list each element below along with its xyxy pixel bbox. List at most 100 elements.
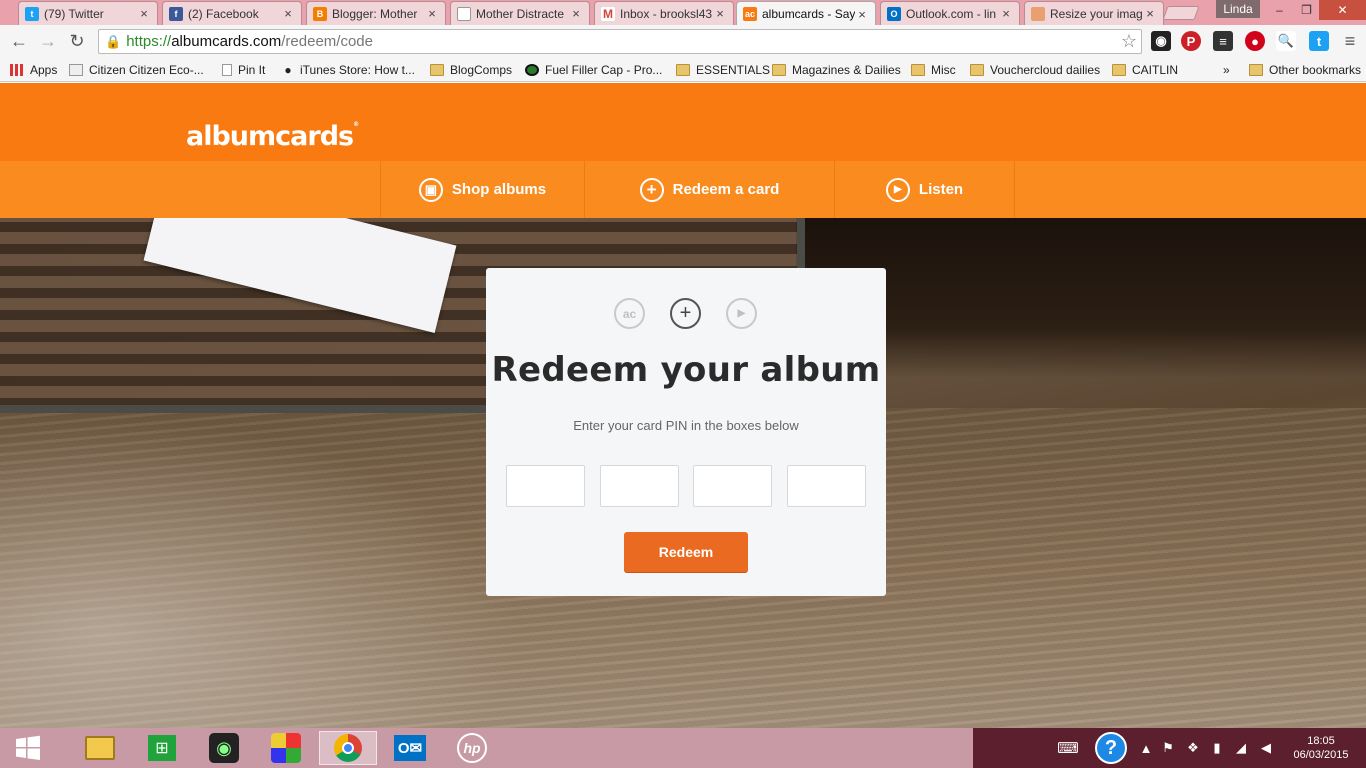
bookmark-caitlin[interactable]: CAITLIN: [1112, 61, 1178, 79]
albumcards-icon: ac: [743, 7, 757, 21]
owl-extension-icon[interactable]: ◉: [1151, 31, 1171, 51]
bookmarks-bar: Apps Citizen Citizen Eco-... Pin It ● iT…: [0, 58, 1366, 82]
new-tab-button[interactable]: [1162, 6, 1200, 20]
bookmark-apps[interactable]: Apps: [10, 61, 57, 79]
bookmark-citizen[interactable]: Citizen Citizen Eco-...: [69, 61, 204, 79]
more-bookmarks-chevron[interactable]: »: [1223, 61, 1230, 79]
bookmark-magazines[interactable]: Magazines & Dailies: [772, 61, 901, 79]
tab-title: albumcards - Say: [762, 7, 855, 21]
start-button[interactable]: [8, 731, 48, 765]
close-tab-icon[interactable]: ×: [1143, 6, 1157, 21]
folder-icon: [911, 64, 925, 76]
bag-icon: ▣: [418, 177, 443, 202]
pin-input-2[interactable]: [600, 465, 679, 507]
bookmark-label: Magazines & Dailies: [792, 63, 901, 77]
bookmark-blogcomps[interactable]: BlogComps: [430, 61, 512, 79]
network-signal-icon[interactable]: ◢: [1233, 740, 1249, 756]
gmail-icon: M: [601, 6, 615, 21]
tab-albumcards[interactable]: ac albumcards - Say ×: [736, 1, 876, 26]
bookmark-vouchercloud[interactable]: Vouchercloud dailies: [970, 61, 1100, 79]
lock-icon: 🔒: [105, 33, 122, 49]
play-circle-icon: ▶: [885, 177, 910, 202]
nav-listen[interactable]: ▶ Listen: [835, 161, 1015, 218]
profile-badge[interactable]: Linda: [1216, 0, 1260, 18]
action-center-flag-icon[interactable]: ⚑: [1160, 740, 1176, 756]
tab-title: Resize your imag: [1050, 6, 1143, 21]
outlook-taskbar-icon[interactable]: O✉: [390, 731, 430, 765]
windows-logo-icon: [16, 735, 40, 760]
pinterest-icon[interactable]: P: [1181, 31, 1201, 51]
volume-icon[interactable]: ◀: [1258, 740, 1274, 756]
nav-label: Redeem a card: [672, 181, 780, 198]
show-hidden-icons-chevron[interactable]: ▲: [1138, 740, 1154, 756]
battery-icon[interactable]: ▮: [1209, 740, 1225, 756]
keyboard-icon[interactable]: ⌨: [1054, 740, 1082, 757]
pin-input-1[interactable]: [506, 465, 585, 507]
facebook-icon: f: [169, 6, 183, 21]
back-arrow-icon[interactable]: ←: [8, 30, 30, 52]
reload-icon[interactable]: ↻: [66, 30, 88, 52]
forward-arrow-icon[interactable]: →: [37, 30, 59, 52]
bookmark-fuel-filler[interactable]: Fuel Filler Cap - Pro...: [525, 61, 662, 79]
tab-twitter[interactable]: t (79) Twitter ×: [18, 1, 158, 25]
address-bar[interactable]: 🔒 https:// albumcards.com /redeem/code ☆: [98, 29, 1142, 54]
pin-input-4[interactable]: [787, 465, 866, 507]
albumcards-logo[interactable]: albumcards®: [186, 121, 359, 152]
light-patch: [0, 418, 520, 728]
camera-app-icon[interactable]: ◉: [204, 731, 244, 765]
hp-icon[interactable]: hp: [452, 731, 492, 765]
close-tab-icon[interactable]: ×: [281, 6, 295, 21]
tab-resize[interactable]: Resize your imag ×: [1024, 1, 1164, 25]
search-extension-icon[interactable]: 🔍: [1276, 31, 1296, 51]
buffer-icon[interactable]: ≡: [1213, 31, 1233, 51]
bookmark-itunes[interactable]: ● iTunes Store: How t...: [282, 61, 415, 79]
play-step-icon: ▶: [726, 298, 757, 329]
minimize-icon[interactable]: –: [1266, 0, 1293, 20]
other-bookmarks[interactable]: Other bookmarks: [1249, 61, 1361, 79]
tab-outlook[interactable]: O Outlook.com - lin ×: [880, 1, 1020, 25]
puzzle-app-icon[interactable]: [266, 731, 306, 765]
file-explorer-icon[interactable]: [80, 731, 120, 765]
outlook-icon: O: [887, 6, 901, 21]
site-header: albumcards®: [0, 83, 1366, 161]
close-tab-icon[interactable]: ×: [569, 6, 583, 21]
twitter-extension-icon[interactable]: t: [1309, 31, 1329, 51]
adblock-icon[interactable]: ●: [1245, 31, 1265, 51]
help-icon[interactable]: ?: [1095, 732, 1127, 764]
folder-icon: [970, 64, 984, 76]
apple-icon: ●: [284, 63, 292, 77]
bookmark-pin-it[interactable]: Pin It: [222, 61, 265, 79]
tab-title: Inbox - brooksl43: [620, 6, 713, 21]
bookmark-essentials[interactable]: ESSENTIALS: [676, 61, 770, 79]
tab-facebook[interactable]: f (2) Facebook ×: [162, 1, 302, 25]
nav-shop-albums[interactable]: ▣ Shop albums: [380, 161, 585, 218]
albumcards-step-icon: ac: [614, 298, 645, 329]
folder-icon: [1112, 64, 1126, 76]
bookmark-label: Pin It: [238, 63, 266, 77]
close-tab-icon[interactable]: ×: [425, 6, 439, 21]
redeem-button[interactable]: Redeem: [624, 532, 748, 572]
dropbox-icon[interactable]: ❖: [1185, 740, 1201, 756]
close-tab-icon[interactable]: ×: [855, 7, 869, 22]
tab-mother-distracted[interactable]: Mother Distracte ×: [450, 1, 590, 25]
menu-icon[interactable]: ≡: [1340, 31, 1360, 51]
restore-icon[interactable]: ❐: [1293, 0, 1320, 20]
tab-title: (79) Twitter: [44, 6, 104, 21]
close-tab-icon[interactable]: ×: [713, 6, 727, 21]
tab-strip: t (79) Twitter × f (2) Facebook × B Blog…: [0, 0, 1366, 26]
close-tab-icon[interactable]: ×: [137, 6, 151, 21]
nav-label: Shop albums: [451, 181, 547, 198]
bookmark-misc[interactable]: Misc: [911, 61, 956, 79]
tab-gmail[interactable]: M Inbox - brooksl43 ×: [594, 1, 734, 25]
instructions-text: Enter your card PIN in the boxes below: [573, 418, 799, 433]
pin-input-3[interactable]: [693, 465, 772, 507]
chrome-taskbar-icon[interactable]: [319, 731, 377, 765]
tab-blogger[interactable]: B Blogger: Mother ×: [306, 1, 446, 25]
bookmark-star-icon[interactable]: ☆: [1121, 31, 1137, 52]
window-close-icon[interactable]: ✕: [1319, 0, 1366, 20]
store-icon[interactable]: ⊞: [142, 731, 182, 765]
clock-date: 06/03/2015: [1293, 749, 1349, 761]
nav-redeem-card[interactable]: + Redeem a card: [585, 161, 835, 218]
close-tab-icon[interactable]: ×: [999, 6, 1013, 21]
taskbar-clock[interactable]: 18:05 06/03/2015: [1288, 734, 1354, 762]
